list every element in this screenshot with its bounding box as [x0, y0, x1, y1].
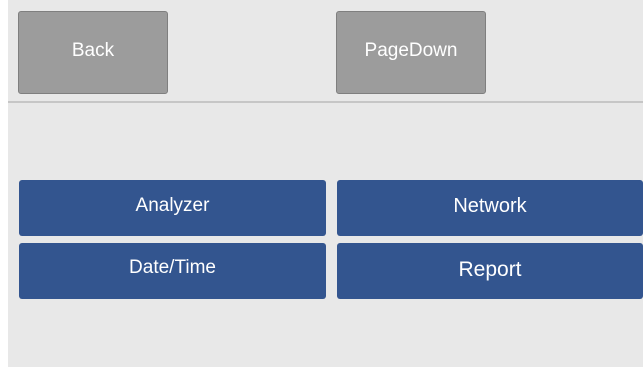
report-button[interactable]: Report [337, 243, 643, 299]
toolbar-divider [8, 101, 643, 103]
page-down-button[interactable]: PageDown [336, 11, 486, 94]
back-button[interactable]: Back [18, 11, 168, 94]
settings-screen: Back PageDown Analyzer Network Date/Time… [8, 0, 643, 367]
network-button[interactable]: Network [337, 180, 643, 236]
analyzer-button[interactable]: Analyzer [19, 180, 326, 236]
date-time-button[interactable]: Date/Time [19, 243, 326, 299]
toolbar: Back PageDown [8, 0, 643, 101]
